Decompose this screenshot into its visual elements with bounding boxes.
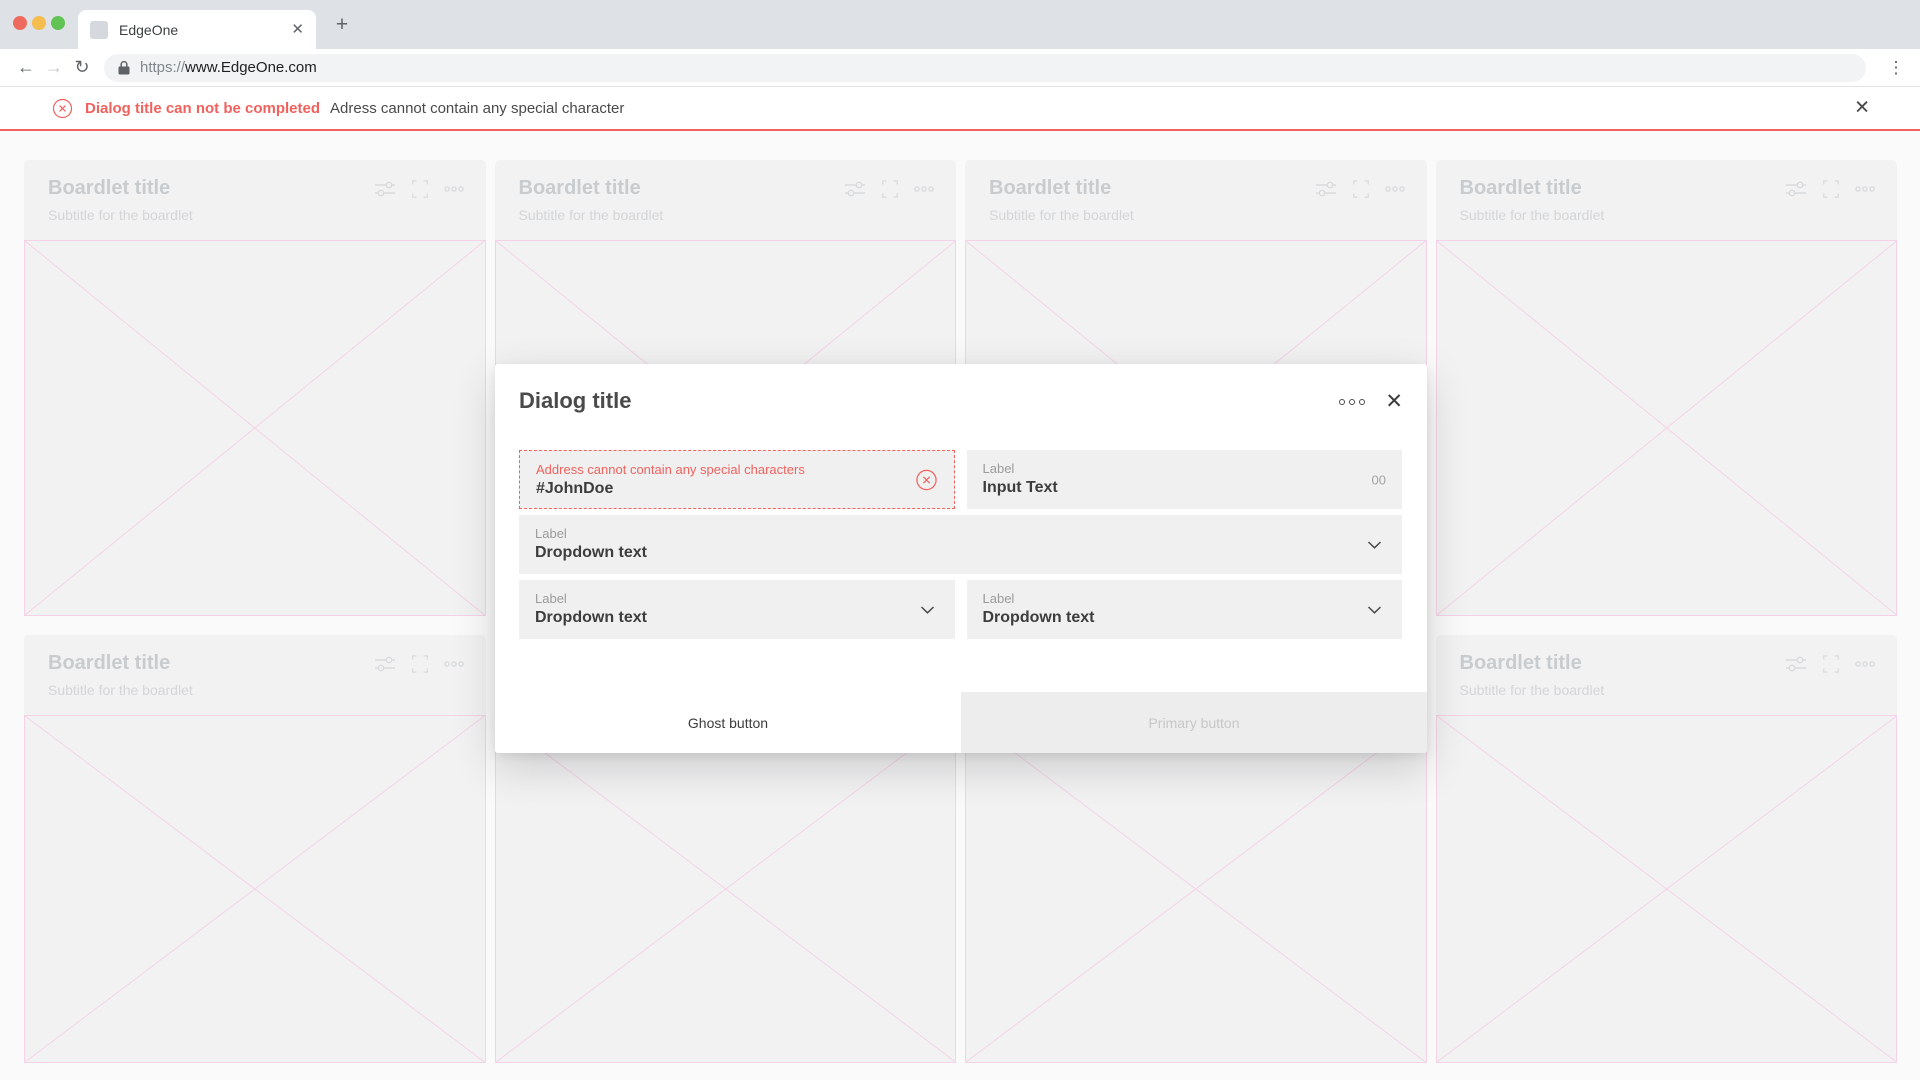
- image-placeholder: [1436, 240, 1898, 616]
- dialog-title: Dialog title: [519, 388, 631, 414]
- chevron-down-icon: [1367, 540, 1382, 549]
- more-dots-icon[interactable]: [914, 186, 934, 192]
- error-circle-x-icon: [52, 98, 73, 119]
- dialog-footer: Ghost button Primary button: [495, 692, 1427, 753]
- sliders-icon[interactable]: [1785, 181, 1807, 197]
- browser-menu-button[interactable]: ⋮: [1884, 58, 1908, 78]
- browser-chrome: EdgeOne ✕ +: [0, 0, 1920, 49]
- boardlet-card: Boardlet title Subtitle for the boardlet: [24, 160, 486, 616]
- image-placeholder: [965, 715, 1427, 1063]
- dropdown-full-width[interactable]: Label Dropdown text: [519, 515, 1402, 574]
- expand-icon[interactable]: [411, 180, 429, 198]
- window-controls: [13, 16, 65, 30]
- address-input-value: #JohnDoe: [536, 480, 938, 498]
- lock-icon: [118, 60, 130, 75]
- sliders-icon[interactable]: [374, 656, 396, 672]
- boardlet-header: Boardlet title Subtitle for the boardlet: [1436, 635, 1898, 715]
- reload-button[interactable]: ↻: [68, 54, 96, 82]
- chevron-down-icon: [920, 605, 935, 614]
- dialog-close-icon[interactable]: ✕: [1385, 391, 1403, 412]
- input-value: Input Text: [983, 479, 1387, 497]
- banner-message: Adress cannot contain any special charac…: [330, 100, 624, 117]
- chevron-down-icon: [1367, 605, 1382, 614]
- url-text: https://www.EdgeOne.com: [140, 59, 317, 76]
- address-input-error[interactable]: Address cannot contain any special chara…: [519, 450, 955, 509]
- more-dots-icon[interactable]: [1855, 661, 1875, 667]
- tab-title: EdgeOne: [119, 22, 291, 38]
- boardlet-subtitle: Subtitle for the boardlet: [1460, 682, 1874, 698]
- close-window-button[interactable]: [13, 16, 27, 30]
- expand-icon[interactable]: [1822, 655, 1840, 673]
- minimize-window-button[interactable]: [32, 16, 46, 30]
- error-banner: Dialog title can not be completed Adress…: [0, 87, 1920, 131]
- boardlet-header: Boardlet title Subtitle for the boardlet: [24, 635, 486, 715]
- expand-icon[interactable]: [881, 180, 899, 198]
- image-placeholder: [1436, 715, 1898, 1063]
- tab-close-icon[interactable]: ✕: [291, 22, 304, 37]
- maximize-window-button[interactable]: [51, 16, 65, 30]
- dropdown-value: Dropdown text: [983, 609, 1387, 627]
- char-counter: 00: [1372, 472, 1386, 487]
- url-domain: www.EdgeOne.com: [185, 59, 317, 76]
- more-dots-icon[interactable]: [444, 661, 464, 667]
- address-error-label: Address cannot contain any special chara…: [536, 462, 938, 477]
- expand-icon[interactable]: [1822, 180, 1840, 198]
- boardlet-subtitle: Subtitle for the boardlet: [989, 207, 1403, 223]
- text-input[interactable]: Label Input Text 00: [967, 450, 1403, 509]
- dropdown-value: Dropdown text: [535, 544, 1386, 562]
- sliders-icon[interactable]: [1315, 181, 1337, 197]
- boardlet-card: Boardlet title Subtitle for the boardlet: [24, 635, 486, 1063]
- dropdown-label: Label: [535, 591, 939, 606]
- boardlet-header: Boardlet title Subtitle for the boardlet: [965, 160, 1427, 240]
- more-dots-icon[interactable]: [444, 186, 464, 192]
- dropdown-value: Dropdown text: [535, 609, 939, 627]
- primary-button[interactable]: Primary button: [961, 692, 1427, 753]
- browser-toolbar: ← → ↻ https://www.EdgeOne.com ⋮: [0, 49, 1920, 87]
- field-error-circle-x-icon: [915, 468, 938, 491]
- new-tab-button[interactable]: +: [330, 13, 354, 37]
- image-placeholder: [24, 715, 486, 1063]
- url-protocol: https://: [140, 59, 185, 76]
- ghost-button[interactable]: Ghost button: [495, 692, 961, 753]
- more-dots-icon[interactable]: [1385, 186, 1405, 192]
- dropdown-label: Label: [983, 591, 1387, 606]
- dialog-body: Address cannot contain any special chara…: [519, 450, 1402, 639]
- boardlet-header: Boardlet title Subtitle for the boardlet: [495, 160, 957, 240]
- forward-button[interactable]: →: [40, 54, 68, 82]
- browser-tab[interactable]: EdgeOne ✕: [78, 10, 316, 49]
- more-dots-icon[interactable]: [1855, 186, 1875, 192]
- expand-icon[interactable]: [411, 655, 429, 673]
- banner-close-icon[interactable]: ✕: [1854, 99, 1870, 118]
- dialog: Dialog title ✕ Address cannot contain an…: [495, 364, 1427, 753]
- image-placeholder: [495, 715, 957, 1063]
- boardlet-card: Boardlet title Subtitle for the boardlet: [1436, 160, 1898, 616]
- input-label: Label: [983, 461, 1387, 476]
- boardlet-subtitle: Subtitle for the boardlet: [1460, 207, 1874, 223]
- address-bar[interactable]: https://www.EdgeOne.com: [104, 54, 1866, 82]
- dialog-more-dots-icon[interactable]: [1339, 399, 1365, 405]
- boardlet-header: Boardlet title Subtitle for the boardlet: [24, 160, 486, 240]
- boardlet-subtitle: Subtitle for the boardlet: [48, 207, 462, 223]
- favicon-placeholder-icon: [90, 21, 108, 39]
- sliders-icon[interactable]: [1785, 656, 1807, 672]
- dropdown-label: Label: [535, 526, 1386, 541]
- boardlet-card: Boardlet title Subtitle for the boardlet: [1436, 635, 1898, 1063]
- boardlet-subtitle: Subtitle for the boardlet: [48, 682, 462, 698]
- expand-icon[interactable]: [1352, 180, 1370, 198]
- banner-title: Dialog title can not be completed: [85, 100, 320, 117]
- sliders-icon[interactable]: [844, 181, 866, 197]
- sliders-icon[interactable]: [374, 181, 396, 197]
- image-placeholder: [24, 240, 486, 616]
- boardlet-header: Boardlet title Subtitle for the boardlet: [1436, 160, 1898, 240]
- dropdown-left[interactable]: Label Dropdown text: [519, 580, 955, 639]
- boardlet-subtitle: Subtitle for the boardlet: [519, 207, 933, 223]
- dropdown-right[interactable]: Label Dropdown text: [967, 580, 1403, 639]
- back-button[interactable]: ←: [12, 54, 40, 82]
